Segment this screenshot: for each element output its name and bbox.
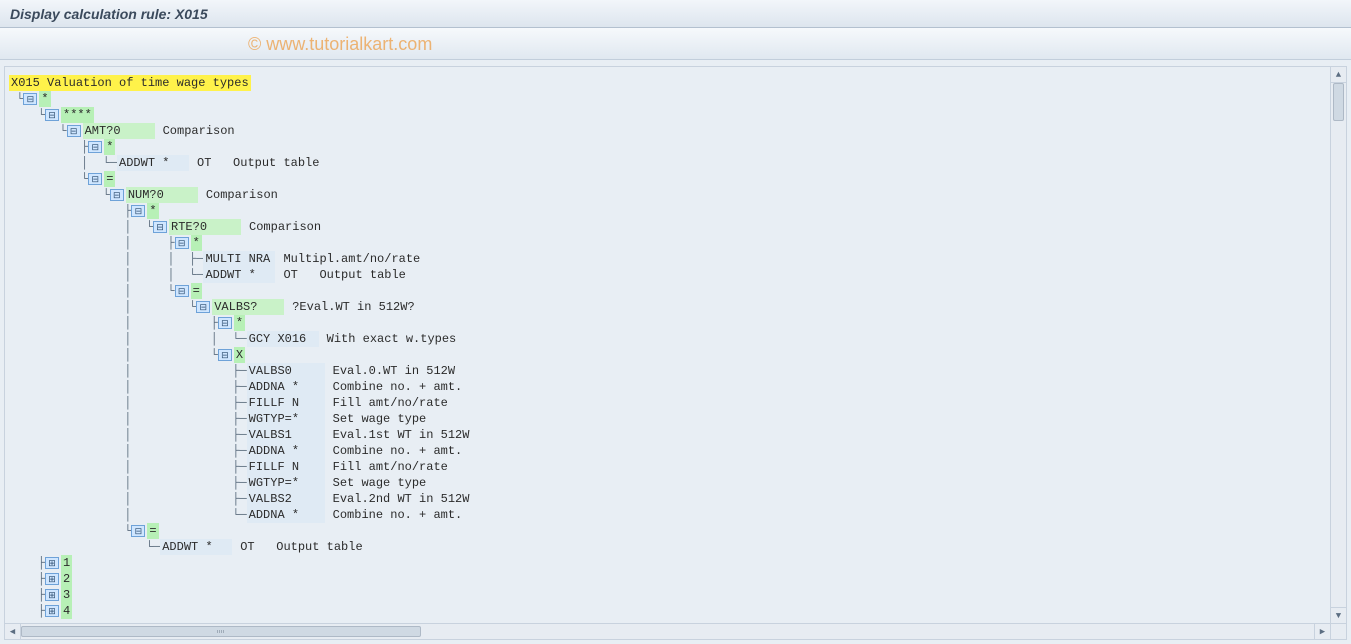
- tree-node-valbs[interactable]: │ └⊟ VALBS? ?Eval.WT in 512W?: [9, 299, 1326, 315]
- collapse-icon[interactable]: ⊟: [67, 125, 81, 137]
- horizontal-scrollbar[interactable]: ◀ ▶: [5, 623, 1330, 639]
- tree-node-rte-eq[interactable]: │ └⊟ =: [9, 283, 1326, 299]
- tree-node-quad-star[interactable]: └⊟ ****: [9, 107, 1326, 123]
- tree-leaf-fillf-2[interactable]: │ ├─ FILLF N Fill amt/no/rate: [9, 459, 1326, 475]
- collapse-icon[interactable]: ⊟: [45, 109, 59, 121]
- expand-icon[interactable]: ⊞: [45, 589, 59, 601]
- tree-leaf-addna-3[interactable]: │ └─ ADDNA * Combine no. + amt.: [9, 507, 1326, 523]
- tree-leaf-valbs0[interactable]: │ ├─ VALBS0 Eval.0.WT in 512W: [9, 363, 1326, 379]
- tree-leaf-addna-1[interactable]: │ ├─ ADDNA * Combine no. + amt.: [9, 379, 1326, 395]
- tree-node-2[interactable]: ├⊞ 2: [9, 571, 1326, 587]
- tree-node-4[interactable]: ├⊞ 4: [9, 603, 1326, 619]
- tree-node-amt-eq[interactable]: └⊟ =: [9, 171, 1326, 187]
- collapse-icon[interactable]: ⊟: [110, 189, 124, 201]
- tree-leaf-fillf-1[interactable]: │ ├─ FILLF N Fill amt/no/rate: [9, 395, 1326, 411]
- tree-leaf-valbs1[interactable]: │ ├─ VALBS1 Eval.1st WT in 512W: [9, 427, 1326, 443]
- tree-leaf-multi[interactable]: │ │ ├─ MULTI NRA Multipl.amt/no/rate: [9, 251, 1326, 267]
- tree-leaf-addwt-2[interactable]: │ │ └─ ADDWT * OT Output table: [9, 267, 1326, 283]
- collapse-icon[interactable]: ⊟: [175, 237, 189, 249]
- scrollbar-corner: [1330, 623, 1346, 639]
- title-bar: Display calculation rule: X015: [0, 0, 1351, 28]
- application-toolbar: [0, 28, 1351, 60]
- content-area: X015 Valuation of time wage types └⊟ * └…: [4, 66, 1347, 640]
- tree-leaf-gcy[interactable]: │ │ └─ GCY X016 With exact w.types: [9, 331, 1326, 347]
- collapse-icon[interactable]: ⊟: [88, 173, 102, 185]
- expand-icon[interactable]: ⊞: [45, 557, 59, 569]
- tree-node-rte[interactable]: │ └⊟ RTE?0 Comparison: [9, 219, 1326, 235]
- vertical-scroll-thumb[interactable]: [1333, 83, 1344, 121]
- tree-leaf-wgtyp-1[interactable]: │ ├─ WGTYP=* Set wage type: [9, 411, 1326, 427]
- collapse-icon[interactable]: ⊟: [218, 349, 232, 361]
- tree-node-valbs-star[interactable]: │ ├⊟ *: [9, 315, 1326, 331]
- collapse-icon[interactable]: ⊟: [131, 525, 145, 537]
- tree-node-3[interactable]: ├⊞ 3: [9, 587, 1326, 603]
- collapse-icon[interactable]: ⊟: [88, 141, 102, 153]
- tree-node-rte-star[interactable]: │ ├⊟ *: [9, 235, 1326, 251]
- tree-leaf-wgtyp-2[interactable]: │ ├─ WGTYP=* Set wage type: [9, 475, 1326, 491]
- collapse-icon[interactable]: ⊟: [23, 93, 37, 105]
- scroll-left-button[interactable]: ◀: [5, 624, 21, 639]
- tree-node-valbs-x[interactable]: │ └⊟ X: [9, 347, 1326, 363]
- scroll-right-button[interactable]: ▶: [1314, 624, 1330, 639]
- tree-node-num[interactable]: └⊟ NUM?0 Comparison: [9, 187, 1326, 203]
- collapse-icon[interactable]: ⊟: [131, 205, 145, 217]
- page-title: Display calculation rule: X015: [10, 6, 208, 22]
- tree-node-num-star[interactable]: ├⊟ *: [9, 203, 1326, 219]
- horizontal-scroll-thumb[interactable]: [21, 626, 421, 637]
- calculation-rule-tree[interactable]: X015 Valuation of time wage types └⊟ * └…: [5, 67, 1330, 623]
- tree-node-num-eq[interactable]: └⊟ =: [9, 523, 1326, 539]
- tree-node-amt-star[interactable]: ├⊟ *: [9, 139, 1326, 155]
- collapse-icon[interactable]: ⊟: [153, 221, 167, 233]
- tree-leaf-addwt-3[interactable]: └─ ADDWT * OT Output table: [9, 539, 1326, 555]
- tree-leaf-valbs2[interactable]: │ ├─ VALBS2 Eval.2nd WT in 512W: [9, 491, 1326, 507]
- collapse-icon[interactable]: ⊟: [175, 285, 189, 297]
- scroll-up-button[interactable]: ▲: [1331, 67, 1346, 83]
- tree-leaf-addwt-1[interactable]: │ └─ ADDWT * OT Output table: [9, 155, 1326, 171]
- tree-leaf-addna-2[interactable]: │ ├─ ADDNA * Combine no. + amt.: [9, 443, 1326, 459]
- scroll-down-button[interactable]: ▼: [1331, 607, 1346, 623]
- tree-node-star[interactable]: └⊟ *: [9, 91, 1326, 107]
- collapse-icon[interactable]: ⊟: [196, 301, 210, 313]
- vertical-scrollbar[interactable]: ▲ ▼: [1330, 67, 1346, 623]
- collapse-icon[interactable]: ⊟: [218, 317, 232, 329]
- expand-icon[interactable]: ⊞: [45, 605, 59, 617]
- tree-root[interactable]: X015 Valuation of time wage types: [9, 75, 1326, 91]
- tree-node-amt[interactable]: └⊟ AMT?0 Comparison: [9, 123, 1326, 139]
- expand-icon[interactable]: ⊞: [45, 573, 59, 585]
- tree-node-1[interactable]: ├⊞ 1: [9, 555, 1326, 571]
